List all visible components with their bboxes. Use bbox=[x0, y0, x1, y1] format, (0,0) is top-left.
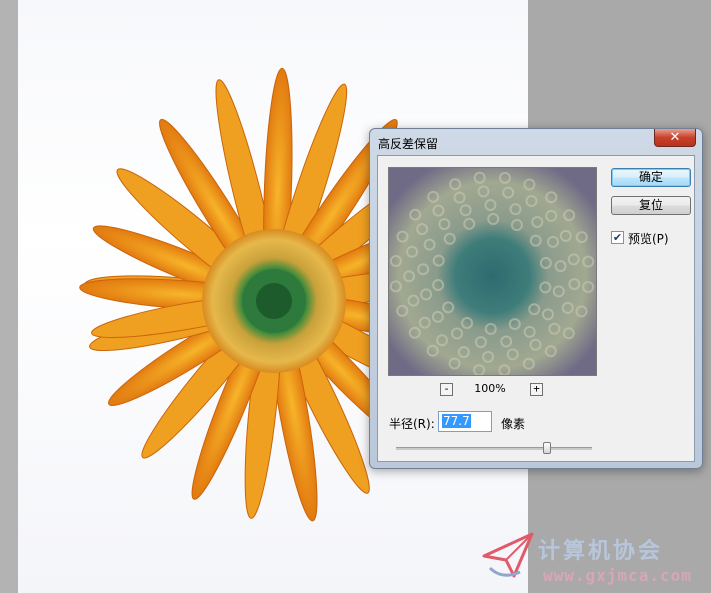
zoom-out-button[interactable]: - bbox=[440, 383, 453, 396]
zoom-level-label: 100% bbox=[474, 382, 506, 395]
dialog-client-area: - 100% + 确定 复位 ✔ 预览(P) 半径(R): 77.7 像素 bbox=[377, 155, 695, 462]
preview-image bbox=[389, 168, 596, 375]
watermark-url: www.gxjmca.com bbox=[543, 566, 692, 585]
watermark-name: 计算机协会 bbox=[538, 538, 664, 564]
radius-unit-label: 像素 bbox=[501, 417, 526, 431]
radius-label: 半径(R): bbox=[389, 417, 435, 431]
dialog-title: 高反差保留 bbox=[378, 137, 439, 151]
flower-center-inner bbox=[256, 283, 292, 319]
radius-input[interactable]: 77.7 bbox=[438, 411, 492, 432]
zoom-in-button[interactable]: + bbox=[530, 383, 543, 396]
reset-button[interactable]: 复位 bbox=[611, 196, 691, 215]
preview-label: 预览(P) bbox=[628, 232, 669, 246]
close-button[interactable]: ✕ bbox=[654, 129, 696, 147]
paper-plane-logo-icon bbox=[482, 532, 534, 578]
preview-checkbox[interactable]: ✔ bbox=[611, 231, 624, 244]
ok-button[interactable]: 确定 bbox=[611, 168, 691, 187]
radius-slider-thumb[interactable] bbox=[542, 442, 551, 454]
dialog-titlebar[interactable]: 高反差保留 ✕ bbox=[370, 129, 702, 155]
high-pass-dialog: 高反差保留 ✕ - 100% + 确定 复位 ✔ 预览(P) 半径(R): 77… bbox=[369, 128, 703, 469]
radius-slider-track[interactable] bbox=[396, 447, 592, 450]
close-icon: ✕ bbox=[669, 130, 681, 145]
canvas-left-margin bbox=[0, 0, 18, 593]
filter-preview[interactable] bbox=[388, 167, 597, 376]
check-icon: ✔ bbox=[612, 231, 623, 244]
radius-value: 77.7 bbox=[442, 414, 471, 428]
